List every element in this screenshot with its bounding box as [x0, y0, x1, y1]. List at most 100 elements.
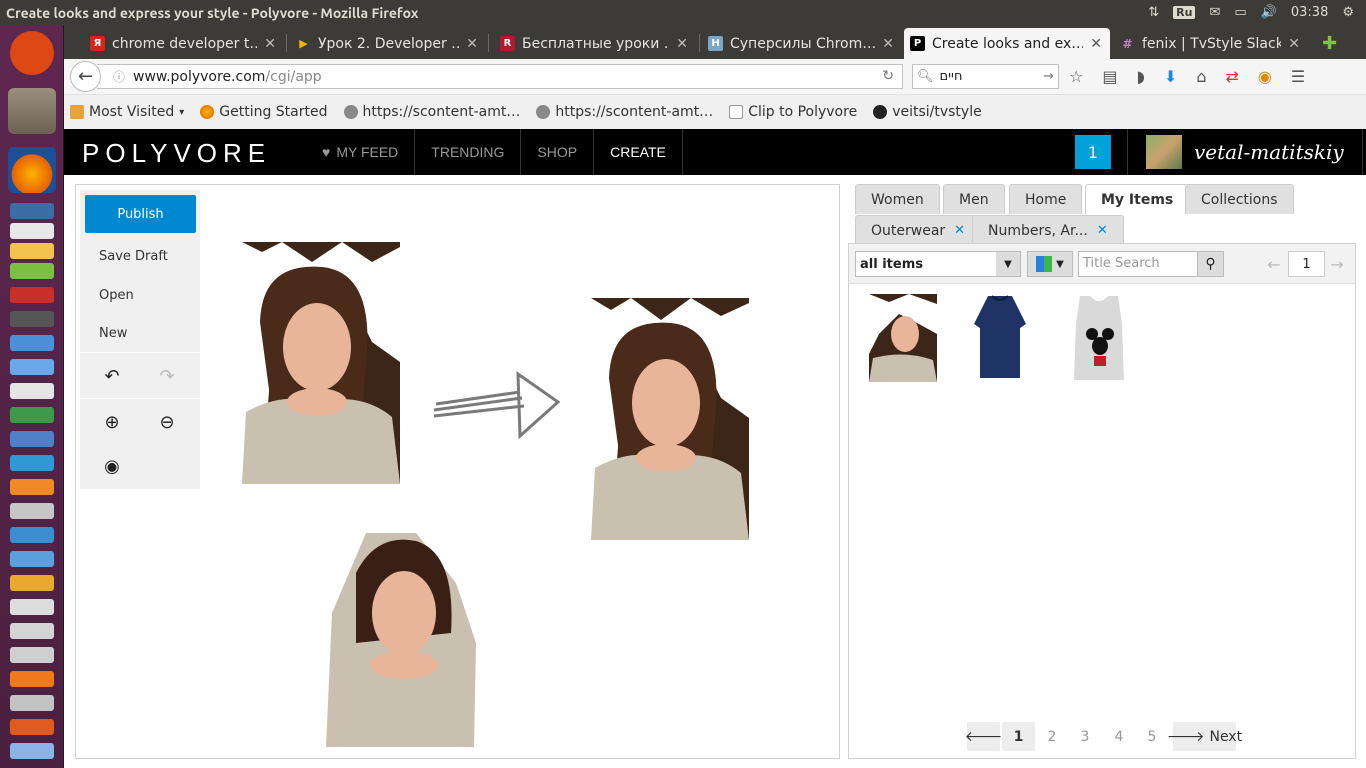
terminal-icon[interactable]: [10, 311, 54, 327]
app-icon[interactable]: [10, 623, 54, 639]
filezilla-icon[interactable]: [10, 287, 54, 303]
canvas-photo-item[interactable]: [326, 533, 478, 747]
bookmark-github-tvstyle[interactable]: veitsi/tvstyle: [873, 104, 982, 120]
nav-my-feed[interactable]: ♥ MY FEED: [306, 129, 416, 175]
spreadsheet-icon[interactable]: [10, 407, 54, 423]
page-2[interactable]: 2: [1038, 722, 1066, 751]
page-5[interactable]: 5: [1138, 722, 1166, 751]
item-thumbnail-mickey-tank[interactable]: [1070, 294, 1128, 382]
nav-create[interactable]: CREATE: [594, 129, 683, 175]
arrow-sketch-icon[interactable]: [432, 370, 562, 440]
open-button[interactable]: Open: [99, 288, 134, 303]
item-thumbnail-photo[interactable]: [869, 294, 937, 382]
close-tab-icon[interactable]: ✕: [264, 36, 276, 52]
app-icon[interactable]: [10, 359, 54, 375]
app-icon[interactable]: [10, 263, 54, 279]
ubuntu-dash-icon[interactable]: [10, 31, 54, 75]
settings-gear-icon[interactable]: ⚙: [1342, 5, 1354, 20]
keyboard-layout-indicator[interactable]: Ru: [1173, 6, 1196, 19]
volume-icon[interactable]: 🔊: [1261, 5, 1277, 20]
nav-trending[interactable]: TRENDING: [415, 129, 522, 175]
browser-tab[interactable]: R Бесплатные уроки … ✕: [494, 28, 696, 59]
next-page-arrow-icon[interactable]: →: [1325, 251, 1349, 277]
zoom-in-icon[interactable]: ⊕: [100, 410, 124, 434]
tab-my-items[interactable]: My Items: [1085, 184, 1190, 214]
page-number-input[interactable]: 1: [1288, 251, 1325, 277]
skype-icon[interactable]: [10, 455, 54, 471]
mail-icon[interactable]: ✉: [1209, 5, 1220, 20]
network-icon[interactable]: ⇅: [1148, 5, 1159, 20]
app-icon[interactable]: [10, 223, 54, 239]
close-tab-icon[interactable]: ✕: [466, 36, 478, 52]
writer-icon[interactable]: [10, 431, 54, 447]
bookmark-scontent-2[interactable]: https://scontent-amt…: [536, 104, 713, 120]
save-draft-button[interactable]: Save Draft: [99, 249, 168, 264]
page-4[interactable]: 4: [1105, 722, 1133, 751]
canvas-photo-item[interactable]: [222, 242, 400, 484]
search-go-arrow-icon[interactable]: →: [1043, 69, 1054, 84]
undo-icon[interactable]: ↶: [100, 364, 124, 388]
app-icon[interactable]: [10, 575, 54, 591]
browser-tab[interactable]: ▶ Урок 2. Developer … ✕: [290, 28, 486, 59]
pocket-icon[interactable]: ◗: [1136, 67, 1144, 86]
app-icon[interactable]: [10, 479, 54, 495]
zoom-out-icon[interactable]: ⊖: [155, 410, 179, 434]
reload-icon[interactable]: ↻: [882, 68, 894, 84]
search-input[interactable]: חיים: [934, 69, 1044, 84]
center-target-icon[interactable]: ◉: [100, 454, 124, 478]
close-tab-icon[interactable]: ✕: [1288, 36, 1300, 52]
clock[interactable]: 03:38: [1291, 5, 1328, 20]
app-icon[interactable]: [10, 671, 54, 687]
notification-badge[interactable]: 1: [1075, 135, 1111, 169]
color-filter-select[interactable]: ▼: [1027, 251, 1073, 277]
sync-arrows-icon[interactable]: ⇄: [1225, 67, 1238, 86]
tab-collections[interactable]: Collections: [1185, 184, 1294, 214]
canvas-photo-item[interactable]: [571, 298, 749, 540]
app-icon[interactable]: [10, 719, 54, 735]
website-copier-icon[interactable]: [10, 743, 54, 759]
battery-icon[interactable]: ▭: [1234, 5, 1246, 20]
title-search-input[interactable]: Title Search: [1078, 251, 1198, 277]
app-icon[interactable]: [10, 335, 54, 351]
close-icon[interactable]: ✕: [954, 223, 965, 238]
redo-icon[interactable]: ↷: [155, 364, 179, 388]
back-arrow-icon[interactable]: ←: [70, 61, 101, 92]
bookmark-getting-started[interactable]: Getting Started: [200, 104, 328, 120]
bookmark-clip-to-polyvore[interactable]: Clip to Polyvore: [729, 104, 857, 120]
reading-list-icon[interactable]: ▤: [1102, 67, 1117, 86]
files-icon[interactable]: [8, 88, 56, 134]
item-thumbnail-dress[interactable]: [972, 294, 1028, 380]
page-1[interactable]: 1: [1002, 722, 1035, 751]
browser-tab[interactable]: H Суперсилы Chrom… ✕: [702, 28, 902, 59]
publish-button[interactable]: Publish: [85, 195, 196, 233]
firefox-icon[interactable]: [8, 147, 56, 193]
app-icon[interactable]: [10, 599, 54, 615]
site-info-icon[interactable]: ⓘ: [105, 68, 133, 85]
close-tab-icon[interactable]: ✕: [676, 36, 688, 52]
new-button[interactable]: New: [99, 326, 127, 341]
url-bar[interactable]: ⓘ www.polyvore.com /cgi/app ↻: [97, 64, 903, 89]
close-icon[interactable]: ✕: [1097, 223, 1108, 238]
download-arrow-icon[interactable]: ⬇: [1164, 67, 1177, 86]
filter-tab-outerwear[interactable]: Outerwear ✕: [855, 215, 982, 245]
bookmark-scontent-1[interactable]: https://scontent-amt…: [343, 104, 520, 120]
home-icon[interactable]: ⌂: [1196, 67, 1206, 86]
search-icon[interactable]: ⚲: [1197, 251, 1224, 277]
app-icon[interactable]: [10, 647, 54, 663]
new-tab-plus-icon[interactable]: ✚: [1322, 33, 1337, 54]
tab-men[interactable]: Men: [943, 184, 1005, 214]
user-menu[interactable]: vetal-matitskiy: [1127, 129, 1363, 175]
webstorm-icon[interactable]: [10, 203, 54, 219]
close-tab-icon[interactable]: ✕: [1090, 36, 1102, 52]
bookmark-star-icon[interactable]: ☆: [1069, 67, 1083, 86]
items-filter-select[interactable]: all items ▼: [855, 251, 1021, 277]
tab-home[interactable]: Home: [1009, 184, 1083, 214]
menu-hamburger-icon[interactable]: ☰: [1291, 67, 1305, 86]
close-tab-icon[interactable]: ✕: [882, 36, 894, 52]
next-page-button[interactable]: 🡒 Next: [1167, 722, 1242, 751]
bookmark-most-visited[interactable]: Most Visited ▾: [70, 104, 184, 120]
filter-tab-numbers[interactable]: Numbers, Ar... ✕: [972, 215, 1124, 245]
tab-women[interactable]: Women: [855, 184, 940, 214]
app-icon[interactable]: [10, 527, 54, 543]
browser-tab[interactable]: Я chrome developer t… ✕: [84, 28, 284, 59]
